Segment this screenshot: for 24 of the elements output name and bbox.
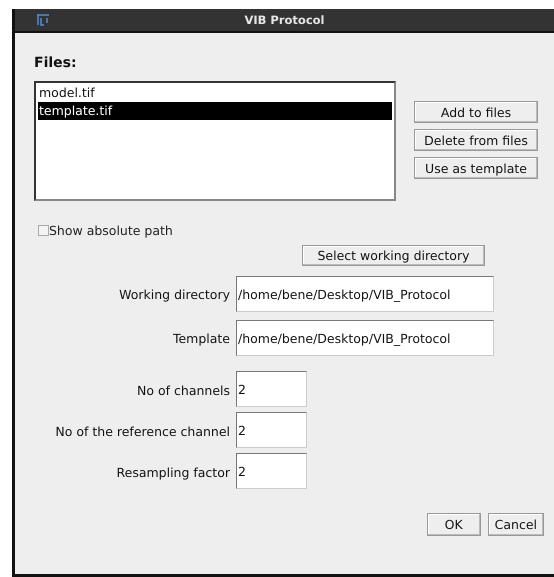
file-action-button[interactable]: Add to files [414,101,538,123]
file-list-item[interactable]: model.tif [38,84,392,102]
field-label: Resampling factor [116,465,230,480]
input-field[interactable]: 2 [236,453,307,489]
field-label: Working directory [118,286,230,302]
app-icon [36,14,50,26]
file-action-button[interactable]: Use as template [414,157,538,179]
field-label: No of channels [136,383,230,398]
window-title: VIB Protocol [244,13,324,27]
field-label: Template [172,330,230,346]
dialog-button[interactable]: OK [426,513,481,536]
files-heading: Files: [34,55,78,73]
file-list-item[interactable]: template.tif [38,102,392,120]
checkbox[interactable] [38,224,49,236]
input-field[interactable]: /home/bene/Desktop/VIB_Protocol [236,320,494,356]
dialog-button[interactable]: Cancel [488,513,544,536]
select-directory-button[interactable]: Select working directory [302,245,485,266]
input-field[interactable]: 2 [236,412,307,448]
checkbox-label[interactable]: Show absolute path [49,222,173,238]
input-field[interactable]: /home/bene/Desktop/VIB_Protocol [236,276,494,312]
file-list[interactable]: model.tif template.tif [34,81,396,201]
file-action-button[interactable]: Delete from files [414,129,538,151]
field-label: No of the reference channel [54,424,230,439]
input-field[interactable]: 2 [236,371,307,407]
